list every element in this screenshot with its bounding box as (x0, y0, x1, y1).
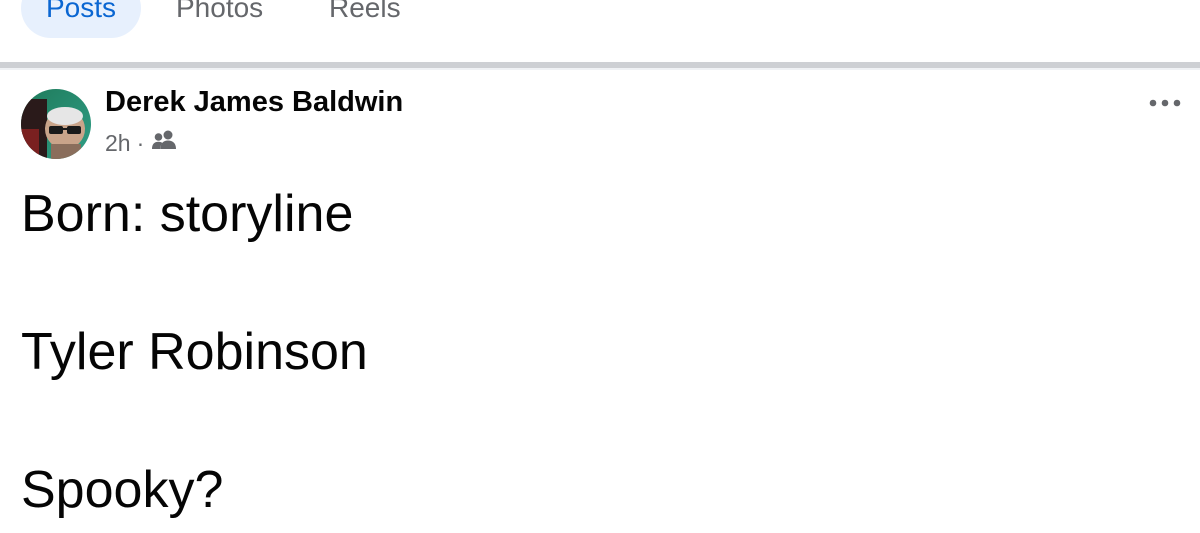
tab-reels[interactable]: Reels (329, 0, 401, 38)
friends-icon[interactable] (150, 129, 178, 157)
post-meta: 2h · (105, 128, 178, 158)
more-options-icon (1149, 99, 1181, 107)
avatar-image (21, 89, 91, 159)
meta-separator: · (136, 129, 145, 156)
tab-photos[interactable]: Photos (176, 0, 263, 38)
friends-icon-graphic (152, 130, 177, 149)
post-author-name[interactable]: Derek James Baldwin (105, 86, 403, 119)
post-text-line: Born: storyline (21, 185, 354, 243)
tab-posts[interactable]: Posts (21, 0, 141, 38)
section-divider (0, 62, 1200, 70)
avatar[interactable] (21, 89, 91, 159)
post-text-line: Tyler Robinson (21, 323, 368, 381)
more-options-button[interactable] (1147, 91, 1183, 115)
post-timestamp[interactable]: 2h (105, 130, 131, 157)
profile-tabs: Posts Photos Reels (0, 0, 1200, 62)
post-text-line: Spooky? (21, 461, 224, 519)
